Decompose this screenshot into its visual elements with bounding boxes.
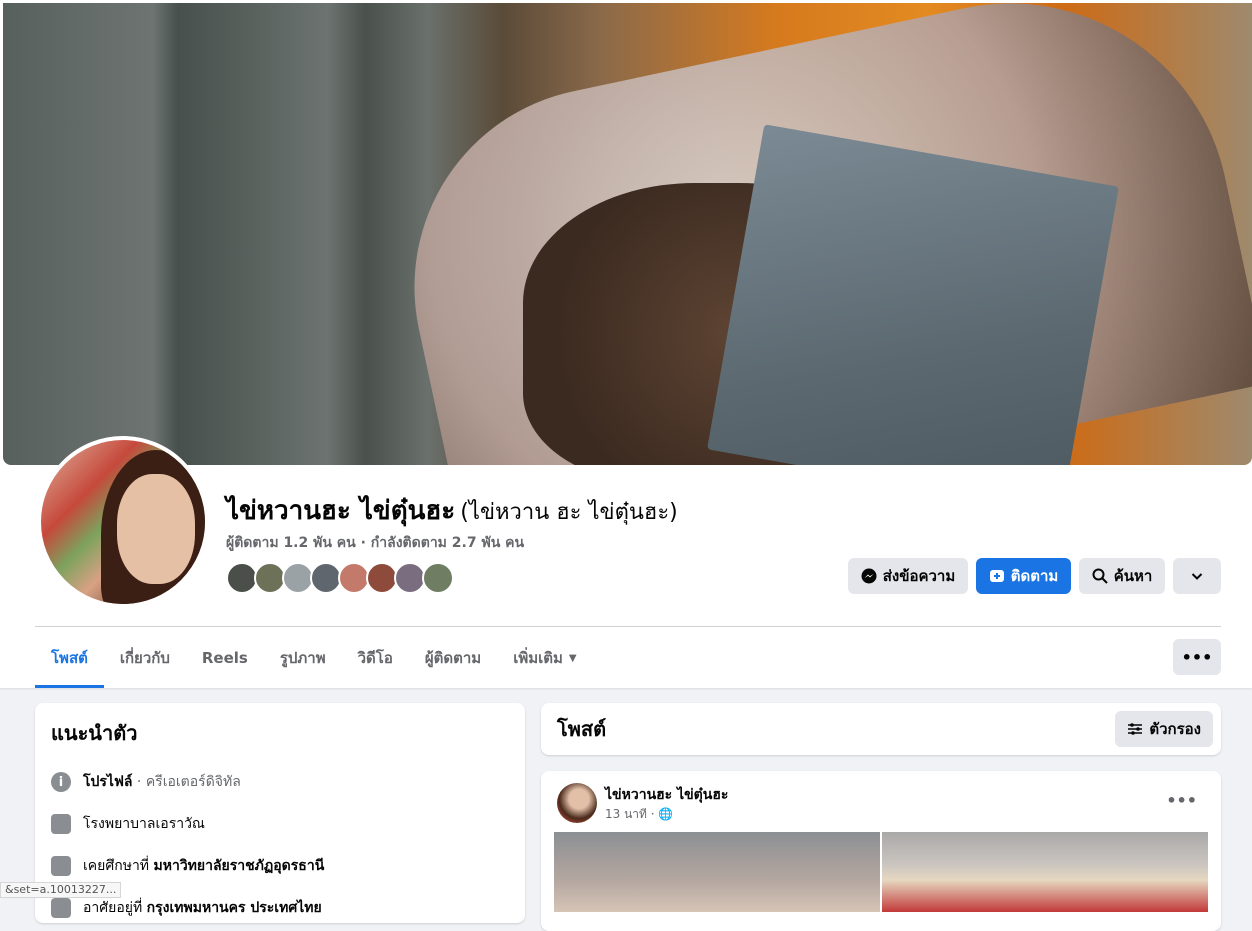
tabs-more-options-button[interactable]: ••• (1173, 639, 1221, 675)
intro-education-row: เคยศึกษาที่ มหาวิทยาลัยราชภัฏอุดรธานี (51, 845, 509, 887)
filter-icon (1128, 723, 1143, 735)
post-options-button[interactable]: ••• (1166, 791, 1197, 810)
profile-alt-name: (ไข่หวาน ฮะ ไข่ตุ๋นฮะ) (460, 500, 678, 525)
profile-header: ไข่หวานฮะ ไข่ตุ๋นฮะ (ไข่หวาน ฮะ ไข่ตุ๋นฮ… (0, 0, 1252, 688)
tab-reels[interactable]: Reels (186, 628, 264, 688)
more-dots-icon: ••• (1181, 647, 1213, 667)
graduation-cap-icon (51, 856, 71, 876)
tab-photos[interactable]: รูปภาพ (264, 628, 342, 688)
header-divider (35, 626, 1221, 627)
post-photo[interactable] (882, 832, 1208, 912)
intro-work-row: โรงพยาบาลเอราวัณ (51, 803, 509, 845)
briefcase-icon (51, 814, 71, 834)
post-time[interactable]: 13 นาที · (605, 807, 655, 821)
globe-icon: 🌐 (658, 807, 674, 821)
status-bar-url: &set=a.10013227... (0, 882, 122, 898)
post-author-name[interactable]: ไข่หวานฮะ ไข่ตุ๋นฮะ (605, 784, 728, 806)
intro-profile-row: i โปรไฟล์ · ครีเอเตอร์ดิจิทัล (51, 761, 509, 803)
follower-avatars (226, 562, 454, 594)
tab-about[interactable]: เกี่ยวกับ (104, 628, 186, 688)
message-button[interactable]: ส่งข้อความ (848, 558, 968, 594)
post-card: ไข่หวานฮะ ไข่ตุ๋นฮะ 13 นาที · 🌐 ••• (541, 771, 1221, 931)
profile-options-button[interactable] (1173, 558, 1221, 594)
profile-tabs: โพสต์ เกี่ยวกับ Reels รูปภาพ วิดีโอ ผู้ต… (35, 628, 593, 688)
post-timestamp[interactable]: 13 นาที · 🌐 (605, 805, 673, 824)
intro-live-prefix: อาศัยอยู่ที่ (83, 900, 147, 916)
tab-more-label: เพิ่มเติม (513, 649, 563, 667)
intro-profile-label: โปรไฟล์ (83, 774, 133, 790)
post-photo[interactable] (554, 832, 880, 912)
message-button-label: ส่งข้อความ (882, 567, 956, 585)
tab-more[interactable]: เพิ่มเติม ▼ (497, 628, 592, 688)
info-icon: i (51, 772, 71, 792)
posts-header: โพสต์ ตัวกรอง (541, 703, 1221, 755)
messenger-icon (861, 568, 877, 584)
tab-videos[interactable]: วิดีโอ (342, 628, 409, 688)
intro-profile-type: · ครีเอเตอร์ดิจิทัล (132, 774, 241, 790)
cover-photo[interactable] (3, 3, 1252, 465)
intro-live-place[interactable]: กรุงเทพมหานคร ประเทศไทย (147, 900, 322, 916)
filter-button-label: ตัวกรอง (1149, 720, 1201, 738)
search-icon (1092, 568, 1108, 584)
intro-study-place[interactable]: มหาวิทยาลัยราชภัฏอุดรธานี (154, 858, 325, 874)
follower-avatar[interactable] (422, 562, 454, 594)
intro-work[interactable]: โรงพยาบาลเอราวัณ (83, 813, 205, 835)
follow-button-label: ติดตาม (1010, 567, 1059, 585)
caret-down-icon: ▼ (568, 652, 577, 664)
post-author-avatar[interactable] (557, 783, 597, 823)
search-button-label: ค้นหา (1113, 567, 1153, 585)
profile-name: ไข่หวานฮะ ไข่ตุ๋นฮะ (226, 496, 456, 526)
followers-count[interactable]: ผู้ติดตาม 1.2 พัน คน · กำลังติดตาม 2.7 พ… (226, 532, 524, 554)
tab-posts[interactable]: โพสต์ (35, 628, 104, 688)
tab-followers[interactable]: ผู้ติดตาม (409, 628, 497, 688)
chevron-down-icon (1191, 573, 1203, 580)
follow-icon (989, 570, 1004, 582)
profile-name-row: ไข่หวานฮะ ไข่ตุ๋นฮะ (ไข่หวาน ฮะ ไข่ตุ๋นฮ… (226, 490, 678, 531)
intro-title: แนะนำตัว (51, 721, 138, 745)
intro-study-prefix: เคยศึกษาที่ (83, 858, 154, 874)
follow-button[interactable]: ติดตาม (976, 558, 1071, 594)
profile-picture[interactable] (37, 436, 209, 608)
filter-button[interactable]: ตัวกรอง (1115, 711, 1213, 747)
posts-title: โพสต์ (557, 717, 607, 741)
home-icon (51, 898, 71, 918)
search-button[interactable]: ค้นหา (1079, 558, 1165, 594)
